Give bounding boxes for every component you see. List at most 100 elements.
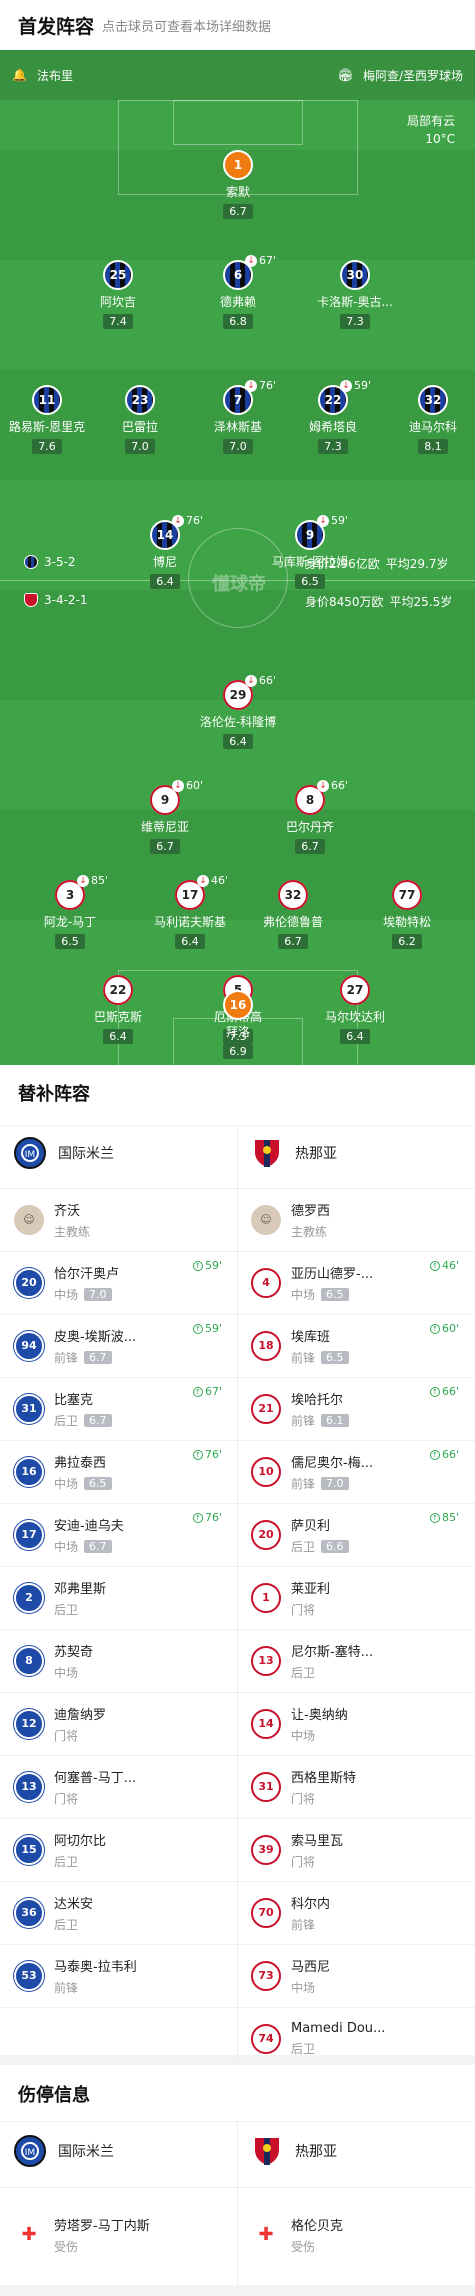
substitute-rating: 6.1 bbox=[321, 1413, 349, 1427]
substitute-row[interactable]: 8 苏契奇 中场 bbox=[0, 1629, 230, 1692]
substitute-row[interactable]: 2 邓弗里斯 后卫 bbox=[0, 1566, 230, 1629]
substitute-row[interactable]: 36 达米安 后卫 bbox=[0, 1881, 230, 1944]
sub-in-icon: ↑ bbox=[429, 1323, 440, 1334]
player-rating: 7.4 bbox=[103, 314, 133, 329]
coach-avatar: ☺ bbox=[14, 1204, 44, 1235]
sub-in-icon: ↑ bbox=[429, 1260, 440, 1271]
substitute-row[interactable]: 12 迪詹纳罗 门将 bbox=[0, 1692, 230, 1755]
substitute-position: 主教练 bbox=[291, 1224, 328, 1239]
player-inter-3[interactable]: 6 德弗赖 6.8 ↓ 67' bbox=[183, 254, 293, 329]
substitute-row[interactable]: 70 科尔内 前锋 bbox=[237, 1881, 467, 1944]
sub-in-icon: ↑ bbox=[192, 1449, 203, 1460]
player-rating: 6.4 bbox=[175, 934, 205, 949]
substitute-row[interactable]: 13 尼尔斯-塞特... 后卫 bbox=[237, 1629, 467, 1692]
substitute-row[interactable]: 18 埃库班 前锋 6.5 ↑ 60' bbox=[237, 1314, 467, 1377]
substitute-position: 后卫 bbox=[291, 1665, 316, 1680]
player-inter-2[interactable]: 25 阿坎吉 7.4 bbox=[63, 260, 173, 329]
substitute-row[interactable]: 16 弗拉泰西 中场 6.5 ↑ 76' bbox=[0, 1440, 230, 1503]
substitute-rating: 7.0 bbox=[321, 1476, 349, 1490]
substitute-row[interactable]: ☺ 德罗西 主教练 bbox=[237, 1188, 467, 1251]
sub-in-icon: ↑ bbox=[429, 1386, 440, 1397]
player-genoa-4[interactable]: 3 阿龙-马丁 6.5 ↓ 85' bbox=[15, 874, 125, 949]
player-rating: 6.5 bbox=[295, 574, 325, 589]
substitute-rating: 7.0 bbox=[84, 1287, 112, 1301]
player-inter-1[interactable]: 1 索默 6.7 bbox=[183, 150, 293, 219]
player-rating: 6.7 bbox=[295, 839, 325, 854]
player-inter-9[interactable]: 32 迪马尔科 8.1 bbox=[378, 385, 475, 454]
player-genoa-5[interactable]: 17 马利诺夫斯基 6.4 ↓ 46' bbox=[135, 874, 245, 949]
substitute-row[interactable]: 21 埃哈托尔 前锋 6.1 ↑ 66' bbox=[237, 1377, 467, 1440]
player-inter-10[interactable]: 14 博尼 6.4 ↓ 76' bbox=[110, 514, 220, 589]
jersey-number-icon: 16 bbox=[14, 1456, 44, 1487]
substitute-row[interactable]: 17 安迪-迪乌夫 中场 6.7 ↑ 76' bbox=[0, 1503, 230, 1566]
substitute-row[interactable]: 31 西格里斯特 门将 bbox=[237, 1755, 467, 1818]
inter-logo-icon: IM bbox=[14, 1137, 46, 1169]
substitute-row[interactable]: 73 马西尼 中场 bbox=[237, 1944, 467, 2007]
substitute-row[interactable]: 31 比塞克 后卫 6.7 ↑ 67' bbox=[0, 1377, 230, 1440]
player-genoa-7[interactable]: 77 埃勒特松 6.2 bbox=[352, 880, 462, 949]
injury-row-inter[interactable]: ✚ 劳塔罗-马丁内斯 受伤 bbox=[0, 2203, 230, 2266]
substitute-row[interactable]: 94 皮奥-埃斯波... 前锋 6.7 ↑ 59' bbox=[0, 1314, 230, 1377]
substitute-name: 达米安 bbox=[54, 1896, 94, 1912]
player-genoa-11[interactable]: 16 拜洛 6.9 bbox=[183, 990, 293, 1059]
jersey-number-icon: 31 bbox=[14, 1393, 44, 1424]
substitute-rating: 6.5 bbox=[84, 1476, 112, 1490]
genoa-team-row[interactable]: 热那亚 bbox=[251, 1137, 337, 1169]
substitute-rating: 6.7 bbox=[84, 1413, 112, 1427]
substitute-rating: 6.7 bbox=[84, 1350, 112, 1364]
player-inter-7[interactable]: 7 泽林斯基 7.0 ↓ 76' bbox=[183, 379, 293, 454]
player-genoa-3[interactable]: 8 巴尔丹齐 6.7 ↓ 66' bbox=[255, 779, 365, 854]
sub-in-icon: ↑ bbox=[192, 1386, 203, 1397]
substitute-row[interactable]: 10 儒尼奥尔-梅... 前锋 7.0 ↑ 66' bbox=[237, 1440, 467, 1503]
player-genoa-6[interactable]: 32 弗伦德鲁普 6.7 bbox=[238, 880, 348, 949]
svg-text:IM: IM bbox=[25, 2148, 35, 2158]
player-genoa-1[interactable]: 29 洛伦佐-科隆博 6.4 ↓ 66' bbox=[183, 674, 293, 749]
substitution-off-indicator: ↓ 60' bbox=[172, 779, 203, 792]
substitute-row[interactable]: 14 让-奥纳纳 中场 bbox=[237, 1692, 467, 1755]
medkit-icon: ✚ bbox=[14, 2219, 44, 2250]
substitute-name: 马泰奥-拉韦利 bbox=[54, 1959, 137, 1975]
substitute-name: 莱亚利 bbox=[291, 1581, 331, 1597]
substitute-row[interactable]: 53 马泰奥-拉韦利 前锋 bbox=[0, 1944, 230, 2007]
substitute-row[interactable]: 39 索马里瓦 门将 bbox=[237, 1818, 467, 1881]
substitute-row[interactable]: ☺ 齐沃 主教练 bbox=[0, 1188, 230, 1251]
substitute-position: 后卫 bbox=[54, 1854, 79, 1869]
player-inter-6[interactable]: 23 巴雷拉 7.0 bbox=[85, 385, 195, 454]
injury-inter-team[interactable]: IM 国际米兰 bbox=[14, 2135, 114, 2167]
player-name: 索默 bbox=[225, 185, 250, 199]
player-inter-8[interactable]: 22 姆希塔良 7.3 ↓ 59' bbox=[278, 379, 388, 454]
substitute-position: 中场 bbox=[54, 1287, 79, 1302]
inter-team-row[interactable]: IM 国际米兰 bbox=[14, 1137, 114, 1169]
substitute-row[interactable]: 74 Mamedi Dou... 后卫 bbox=[237, 2007, 467, 2070]
player-genoa-8[interactable]: 22 巴斯克斯 6.4 bbox=[63, 975, 173, 1044]
player-rating: 6.9 bbox=[223, 1044, 253, 1059]
substitute-row[interactable]: 20 萨贝利 后卫 6.6 ↑ 85' bbox=[237, 1503, 467, 1566]
player-genoa-10[interactable]: 27 马尔坎达利 6.4 bbox=[300, 975, 410, 1044]
svg-text:IM: IM bbox=[25, 1150, 35, 1160]
substitute-name: 埃库班 bbox=[291, 1329, 331, 1345]
sub-out-icon: ↓ bbox=[317, 779, 329, 792]
injury-row-genoa[interactable]: ✚ 格伦贝克 受伤 bbox=[237, 2203, 467, 2266]
substitute-row[interactable]: 13 何塞普-马丁... 门将 bbox=[0, 1755, 230, 1818]
player-inter-4[interactable]: 30 卡洛斯-奥古... 7.3 bbox=[300, 260, 410, 329]
substitution-off-indicator: ↓ 85' bbox=[77, 874, 108, 887]
substitute-position: 中场 bbox=[54, 1665, 79, 1680]
substitute-name: 西格里斯特 bbox=[291, 1770, 357, 1786]
substitute-position: 主教练 bbox=[54, 1224, 91, 1239]
substitute-row[interactable]: 4 亚历山德罗-... 中场 6.5 ↑ 46' bbox=[237, 1251, 467, 1314]
sub-out-icon: ↓ bbox=[77, 874, 89, 887]
substitute-row[interactable]: 1 莱亚利 门将 bbox=[237, 1566, 467, 1629]
injury-genoa-team[interactable]: 热那亚 bbox=[251, 2135, 337, 2167]
player-rating: 7.0 bbox=[125, 439, 155, 454]
substitute-row[interactable]: 15 阿切尔比 后卫 bbox=[0, 1818, 230, 1881]
substitute-position: 门将 bbox=[291, 1602, 316, 1617]
sub-in-icon: ↑ bbox=[192, 1260, 203, 1271]
genoa-logo-icon bbox=[255, 2138, 279, 2165]
player-name: 阿龙-马丁 bbox=[43, 915, 97, 929]
player-inter-11[interactable]: 9 马库斯-图拉姆 6.5 ↓ 59' bbox=[255, 514, 365, 589]
substitution-off-indicator: ↓ 76' bbox=[245, 379, 276, 392]
player-genoa-2[interactable]: 9 维蒂尼亚 6.7 ↓ 60' bbox=[110, 779, 220, 854]
substitution-off-indicator: ↓ 59' bbox=[340, 379, 371, 392]
genoa-logo-icon bbox=[255, 1140, 279, 1167]
substitute-row[interactable]: 20 恰尔汗奥卢 中场 7.0 ↑ 59' bbox=[0, 1251, 230, 1314]
